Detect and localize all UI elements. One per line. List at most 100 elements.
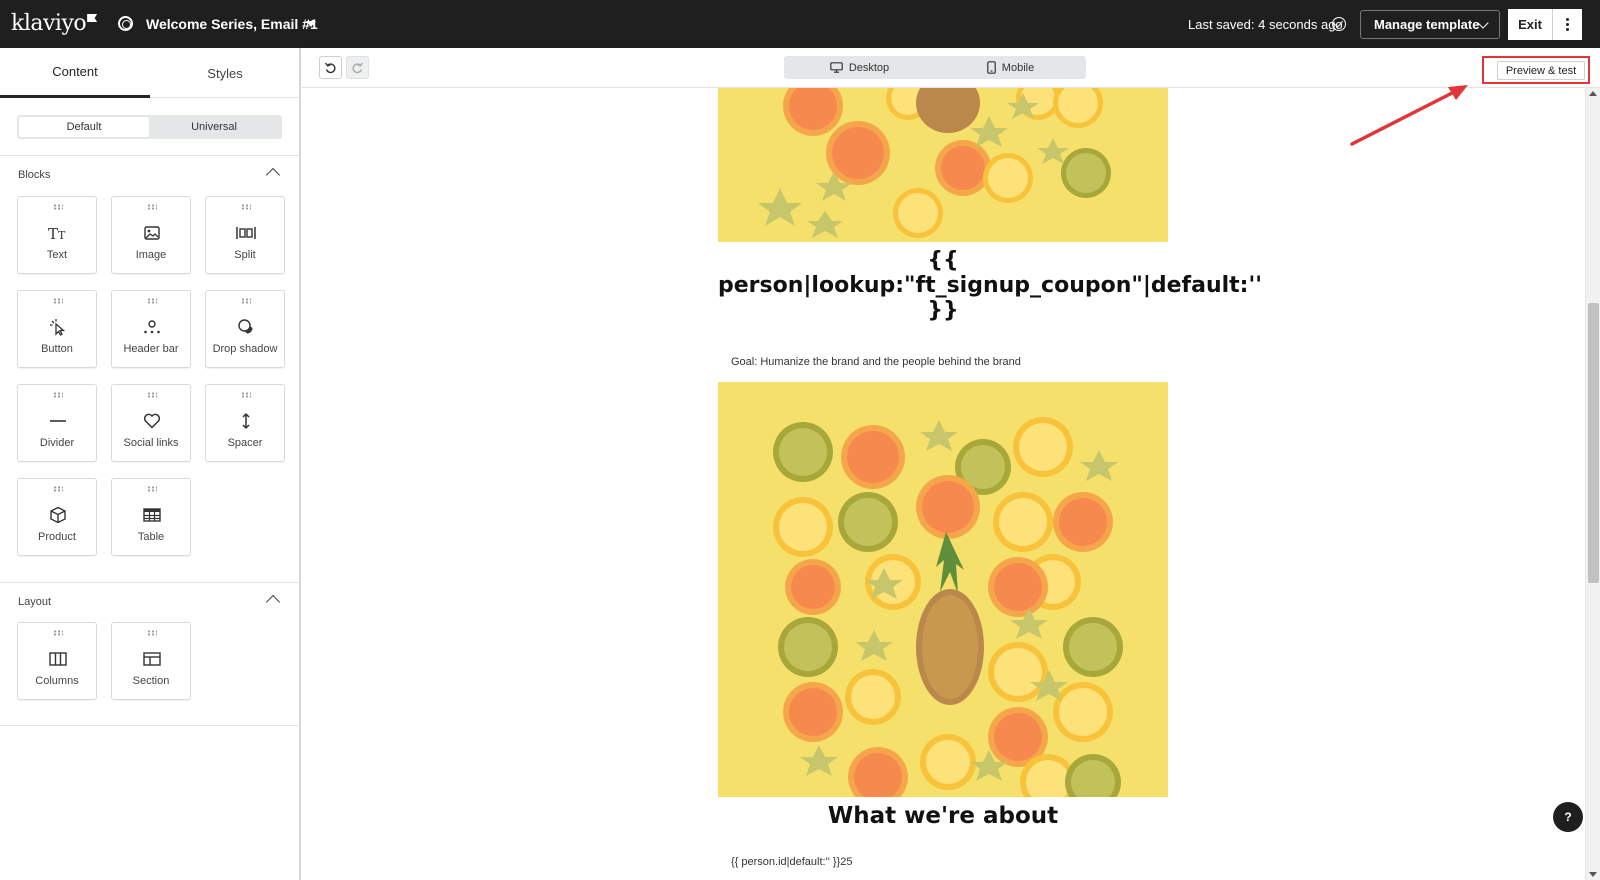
device-desktop[interactable]: Desktop	[784, 56, 935, 79]
goal-text[interactable]: Goal: Humanize the brand and the people …	[731, 356, 1021, 368]
scroll-up-icon[interactable]	[1589, 91, 1597, 96]
layout-section-title: Layout	[18, 596, 52, 608]
drag-handle-icon[interactable]	[147, 486, 157, 492]
drag-handle-icon[interactable]	[53, 204, 63, 210]
block-split[interactable]: Split	[205, 196, 285, 274]
device-toggle: Desktop Mobile	[784, 56, 1086, 79]
tab-styles[interactable]: Styles	[150, 48, 300, 98]
email-title[interactable]: Welcome Series, Email #1	[146, 16, 318, 32]
drag-handle-icon[interactable]	[53, 630, 63, 636]
block-spacer[interactable]: Spacer	[205, 384, 285, 462]
divider-icon	[46, 409, 70, 433]
annotation-arrow-icon	[1350, 85, 1468, 146]
fruit-image-main[interactable]	[718, 382, 1168, 797]
device-desktop-label: Desktop	[848, 61, 890, 74]
block-section[interactable]: Section	[111, 622, 191, 700]
block-label: Image	[135, 249, 167, 261]
drag-handle-icon[interactable]	[147, 630, 157, 636]
drop-shadow-icon	[234, 315, 258, 339]
block-label: Header bar	[123, 343, 179, 355]
svg-text:T: T	[48, 225, 58, 242]
block-button[interactable]: Button	[17, 290, 97, 368]
block-table[interactable]: Table	[111, 478, 191, 556]
spacer-icon	[234, 409, 258, 433]
preview-test-button[interactable]: Preview & test	[1497, 61, 1585, 80]
drag-handle-icon[interactable]	[147, 298, 157, 304]
redo-button[interactable]	[346, 56, 369, 79]
blocks-section-title: Blocks	[18, 169, 51, 181]
block-label: Columns	[35, 675, 79, 687]
undo-button[interactable]	[319, 56, 342, 79]
mode-universal[interactable]: Universal	[149, 117, 279, 137]
block-label: Divider	[39, 437, 75, 449]
block-label: Split	[234, 249, 256, 261]
caret-down-icon[interactable]	[306, 21, 316, 27]
split-icon	[234, 221, 258, 245]
scroll-thumb[interactable]	[1588, 303, 1599, 583]
device-mobile-label: Mobile	[1001, 61, 1035, 74]
email-status-icon[interactable]	[118, 16, 133, 31]
preview-highlight-box: Preview & test	[1482, 56, 1590, 84]
top-bar: klaviyo Welcome Series, Email #1 Last sa…	[0, 0, 1600, 48]
drag-handle-icon[interactable]	[53, 298, 63, 304]
exit-button[interactable]: Exit	[1508, 9, 1553, 40]
logo-flag-icon	[87, 14, 98, 22]
fruit-image-top[interactable]	[718, 88, 1168, 242]
email-canvas: {{ person|lookup:"ft_signup_coupon"|defa…	[302, 88, 1585, 880]
mobile-icon	[986, 61, 996, 74]
more-options-icon[interactable]	[1553, 9, 1582, 40]
canvas-scrollbar[interactable]	[1585, 88, 1600, 880]
block-label: Social links	[123, 437, 179, 449]
drag-handle-icon[interactable]	[53, 486, 63, 492]
block-divider[interactable]: Divider	[17, 384, 97, 462]
block-label: Spacer	[227, 437, 263, 449]
drag-handle-icon[interactable]	[241, 204, 251, 210]
chevron-up-icon[interactable]	[265, 167, 281, 183]
table-icon	[140, 503, 164, 527]
columns-icon	[46, 647, 70, 671]
header-bar-icon	[140, 315, 164, 339]
divider	[0, 582, 300, 583]
exit-button-group: Exit	[1508, 9, 1582, 40]
drag-handle-icon[interactable]	[147, 204, 157, 210]
tab-content[interactable]: Content	[0, 48, 150, 98]
device-mobile[interactable]: Mobile	[935, 56, 1086, 79]
redo-icon	[352, 62, 364, 74]
block-label: Drop shadow	[212, 343, 278, 355]
help-button[interactable]: ?	[1553, 802, 1583, 832]
logo-text: klaviyo	[11, 11, 87, 36]
last-saved-status: Last saved: 4 seconds ago	[1188, 17, 1343, 32]
drag-handle-icon[interactable]	[241, 298, 251, 304]
drag-handle-icon[interactable]	[53, 392, 63, 398]
person-id-text[interactable]: {{ person.id|default:'' }}25	[731, 856, 852, 868]
block-social-links[interactable]: Social links	[111, 384, 191, 462]
svg-text:T: T	[58, 229, 66, 242]
check-circle-icon	[1332, 17, 1346, 31]
block-image[interactable]: Image	[111, 196, 191, 274]
about-heading[interactable]: What we're about	[718, 803, 1168, 829]
block-columns[interactable]: Columns	[17, 622, 97, 700]
block-drop-shadow[interactable]: Drop shadow	[205, 290, 285, 368]
heart-icon	[140, 409, 164, 433]
left-panel: Content Styles Default Universal Blocks …	[0, 48, 301, 880]
klaviyo-logo[interactable]: klaviyo	[11, 11, 98, 36]
drag-handle-icon[interactable]	[241, 392, 251, 398]
block-label: Product	[38, 531, 76, 543]
product-icon	[46, 503, 70, 527]
block-label: Text	[46, 249, 68, 261]
chevron-up-icon[interactable]	[265, 594, 281, 610]
manage-template-button[interactable]: Manage template	[1360, 10, 1500, 39]
block-text[interactable]: TT Text	[17, 196, 97, 274]
manage-template-label: Manage template	[1374, 17, 1480, 32]
drag-handle-icon[interactable]	[147, 392, 157, 398]
block-label: Button	[41, 343, 73, 355]
scroll-down-icon[interactable]	[1589, 872, 1597, 877]
mode-default[interactable]: Default	[19, 117, 149, 137]
undo-icon	[324, 62, 336, 74]
coupon-heading[interactable]: {{ person|lookup:"ft_signup_coupon"|defa…	[718, 248, 1262, 323]
section-icon	[140, 647, 164, 671]
block-product[interactable]: Product	[17, 478, 97, 556]
block-header-bar[interactable]: Header bar	[111, 290, 191, 368]
divider	[0, 725, 300, 726]
image-icon	[140, 221, 164, 245]
